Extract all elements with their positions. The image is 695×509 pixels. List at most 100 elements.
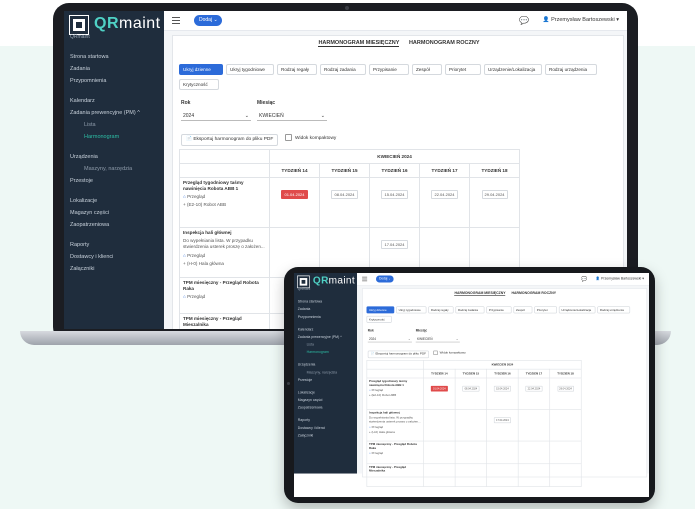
export-pdf-button[interactable]: 📄 Eksportuj harmonogram do pliku PDF <box>181 134 279 146</box>
hamburger-menu-icon[interactable] <box>172 17 180 24</box>
sidebar-item[interactable]: Zaopatrzeniowa <box>64 219 164 231</box>
add-button[interactable]: Dodaj ⌄ <box>194 15 222 26</box>
tab-monthly[interactable]: HARMONOGRAM MIESIĘCZNY <box>318 40 400 47</box>
filter-button[interactable]: Priorytet <box>534 306 557 314</box>
filter-button[interactable]: Rodzaj zadania <box>320 64 366 75</box>
sidebar-item[interactable]: Raporty <box>294 417 357 425</box>
task-title[interactable]: Przegląd tygodniowy taśmy nawinięcia Rob… <box>183 180 266 192</box>
filter-button[interactable]: Ukryj dzienne <box>179 64 223 75</box>
sidebar-item[interactable]: Strona startowa <box>294 298 357 306</box>
task-title[interactable]: TPM miesięczny - Przegląd Robota Raka <box>183 280 266 292</box>
year-select[interactable]: 2024 ⌄ <box>367 336 412 343</box>
sidebar-item[interactable]: Urządzenia <box>64 151 164 163</box>
filter-button[interactable]: Rodzaj regały <box>277 64 317 75</box>
task-date-badge[interactable]: 08.04.2024 <box>331 190 358 199</box>
year-select[interactable]: 2024 ⌄ <box>181 111 251 121</box>
task-date-badge[interactable]: 22.04.2024 <box>525 385 543 392</box>
app-logo[interactable]: QRmaint QRmaint <box>297 275 355 293</box>
filter-button[interactable]: Przypisanie <box>369 64 409 75</box>
task-date-badge[interactable]: 15.04.2024 <box>494 385 511 392</box>
sidebar-item[interactable]: Magazyn części <box>64 207 164 219</box>
sidebar-item[interactable]: Przestoje <box>294 376 357 384</box>
task-cell[interactable]: Przegląd tygodniowy taśmy nawinięcia Rob… <box>179 177 270 228</box>
sidebar-item[interactable]: Maszyny, narzędzia <box>64 163 164 175</box>
task-date-badge[interactable]: 17.04.2024 <box>381 240 408 249</box>
task-cell[interactable]: Inspekcja hali głównej Do wypełniania lis… <box>366 409 424 442</box>
hamburger-menu-icon[interactable] <box>362 276 368 282</box>
filter-button[interactable]: Ukryj tygodniowe <box>226 64 274 75</box>
sidebar-item[interactable]: Harmonogram <box>294 349 357 357</box>
task-title[interactable]: Inspekcja hali głównej <box>369 411 421 415</box>
user-menu[interactable]: 👤 Przemysław Bartoszewski ▾ <box>596 277 644 281</box>
sidebar-item[interactable]: Urządzenia <box>294 361 357 369</box>
month-select[interactable]: KWIECIEŃ ⌄ <box>415 336 460 343</box>
sidebar-item[interactable]: Zadania <box>64 63 164 75</box>
task-date-badge[interactable]: 22.04.2024 <box>431 190 458 199</box>
filter-button[interactable]: Rodzaj urządzenia <box>545 64 597 75</box>
sidebar-item[interactable]: Kalendarz <box>64 95 164 107</box>
tab-yearly[interactable]: HARMONOGRAM ROCZNY <box>512 291 557 295</box>
chat-icon[interactable]: 💬 <box>519 16 529 25</box>
filter-button[interactable]: Zespół <box>513 306 533 314</box>
task-title[interactable]: Przegląd tygodniowy taśmy nawinięcia Rob… <box>369 380 421 388</box>
sidebar-item[interactable]: Zadania <box>294 306 357 314</box>
filter-button[interactable]: Krytyczność <box>366 315 392 323</box>
task-title[interactable]: Inspekcja hali głównej <box>183 230 266 236</box>
filter-button[interactable]: Ukryj dzienne <box>366 306 395 314</box>
sidebar-item[interactable]: Harmonogram <box>64 131 164 143</box>
sidebar-item[interactable]: Załączniki <box>294 432 357 440</box>
task-date-badge[interactable]: 01.04.2024 <box>431 385 448 392</box>
sidebar-item[interactable]: Lokalizacje <box>64 195 164 207</box>
tab-yearly[interactable]: HARMONOGRAM ROCZNY <box>409 40 480 46</box>
tab-monthly[interactable]: HARMONOGRAM MIESIĘCZNY <box>454 291 506 296</box>
sidebar-item[interactable]: Przypomnienia <box>64 75 164 87</box>
task-title[interactable]: TPM miesięczny - Przegląd Robota Raka <box>369 443 421 451</box>
sidebar-item[interactable]: Maszyny, narzędzia <box>294 369 357 377</box>
filter-button[interactable]: Ukryj tygodniowe <box>396 306 427 314</box>
task-date-badge[interactable]: 01.04.2024 <box>281 190 308 199</box>
task-cell[interactable]: Inspekcja hali głównej Do wypełniania lis… <box>179 227 270 278</box>
sidebar-item[interactable]: Zaopatrzeniowa <box>294 404 357 412</box>
filter-button[interactable]: Przypisanie <box>486 306 512 314</box>
sidebar-item[interactable]: Dostawcy i klienci <box>64 251 164 263</box>
task-cell[interactable]: TPM miesięczny - Przegląd Mieszalnika <box>179 313 270 329</box>
task-title[interactable]: TPM miesięczny - Przegląd Mieszalnika <box>183 316 266 328</box>
sidebar-item[interactable]: Strona startowa <box>64 51 164 63</box>
add-button[interactable]: Dodaj ⌄ <box>375 275 394 283</box>
sidebar-item[interactable]: Zadania prewencyjne (PM) ^ <box>294 334 357 342</box>
export-pdf-button[interactable]: 📄 Eksportuj harmonogram do pliku PDF <box>367 350 430 359</box>
sidebar-item[interactable]: Lista <box>64 119 164 131</box>
sidebar-item[interactable]: Przypomnienia <box>294 313 357 321</box>
task-date-badge[interactable]: 29.04.2024 <box>557 385 574 392</box>
sidebar-item[interactable]: Magazyn części <box>294 397 357 405</box>
sidebar-item[interactable]: Lokalizacje <box>294 389 357 397</box>
sidebar-item[interactable]: Załączniki <box>64 263 164 275</box>
app-logo[interactable]: QRmaint QRmaint <box>69 14 160 42</box>
sidebar-item[interactable]: Kalendarz <box>294 326 357 334</box>
task-cell[interactable]: TPM miesięczny - Przegląd Robota Raka ⌂ P… <box>179 277 270 314</box>
sidebar-item[interactable]: Przestoje <box>64 175 164 187</box>
sidebar-item[interactable]: Zadania prewencyjne (PM) ^ <box>64 107 164 119</box>
task-cell[interactable]: TPM miesięczny - Przegląd Robota Raka ⌂ P… <box>366 440 424 465</box>
task-date-badge[interactable]: 17.04.2024 <box>494 417 511 424</box>
filter-button[interactable]: Urządzenie/Lokalizacja <box>484 64 542 75</box>
filter-button[interactable]: Rodzaj regały <box>428 306 454 314</box>
filter-button[interactable]: Krytyczność <box>179 79 219 90</box>
task-date-badge[interactable]: 15.04.2024 <box>381 190 408 199</box>
filter-button[interactable]: Urządzenie/Lokalizacja <box>558 306 596 314</box>
filter-button[interactable]: Rodzaj zadania <box>455 306 485 314</box>
sidebar-item[interactable]: Dostawcy i klienci <box>294 424 357 432</box>
task-cell[interactable]: Przegląd tygodniowy taśmy nawinięcia Rob… <box>366 377 424 410</box>
sidebar-item[interactable]: Raporty <box>64 239 164 251</box>
user-menu[interactable]: 👤 Przemysław Bartoszewski ▾ <box>543 17 619 23</box>
month-select[interactable]: KWIECIEŃ ⌄ <box>257 111 327 121</box>
task-cell[interactable]: TPM miesięczny - Przegląd Mieszalnika <box>366 463 424 487</box>
filter-button[interactable]: Rodzaj urządzenia <box>597 306 631 314</box>
task-date-badge[interactable]: 08.04.2024 <box>462 385 480 392</box>
task-date-badge[interactable]: 29.04.2024 <box>481 190 508 199</box>
sidebar-item[interactable]: Lista <box>294 341 357 349</box>
task-title[interactable]: TPM miesięczny - Przegląd Mieszalnika <box>369 465 421 473</box>
chat-icon[interactable]: 💬 <box>581 276 587 282</box>
compact-view-checkbox[interactable]: Widok kompaktowy <box>433 350 466 355</box>
compact-view-checkbox[interactable]: Widok kompaktowy <box>285 134 336 141</box>
